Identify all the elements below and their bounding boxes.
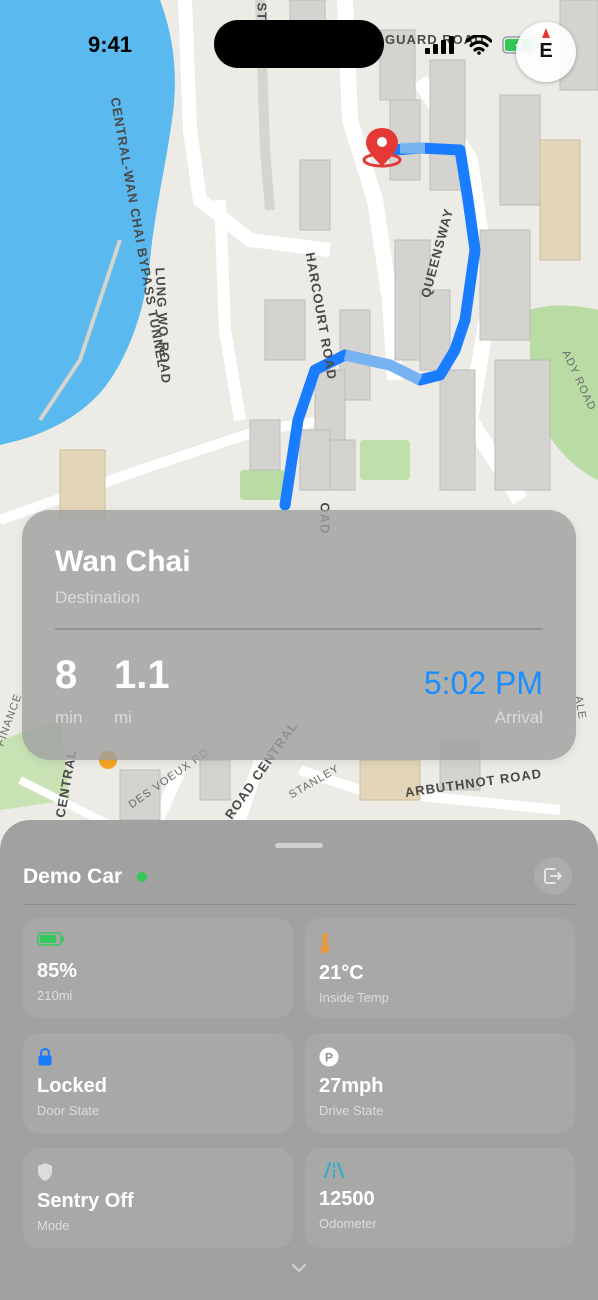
door-state-label: Door State	[37, 1103, 100, 1118]
divider	[55, 628, 543, 630]
road-icon	[323, 1162, 345, 1178]
arrival-label: Arrival	[494, 708, 543, 727]
compass-heading: E	[539, 40, 553, 62]
duration-unit: min	[55, 708, 83, 727]
battery-tile[interactable]: 85% 210mi	[23, 918, 293, 1018]
drive-speed-value: 27mph	[319, 1075, 384, 1097]
building	[494, 359, 551, 491]
inside-temp-value: 21°C	[319, 962, 364, 984]
compass-button[interactable]: E	[516, 22, 576, 82]
sentry-mode-label: Mode	[37, 1218, 70, 1233]
compass-needle-icon	[542, 28, 550, 38]
park-area	[240, 470, 285, 500]
battery-range: 210mi	[37, 988, 73, 1003]
building	[539, 139, 581, 261]
duration-value: 8	[55, 653, 78, 697]
building	[299, 159, 331, 231]
online-status-dot	[137, 872, 147, 882]
building	[264, 299, 306, 361]
park-icon: P	[319, 1047, 339, 1067]
building	[249, 419, 281, 471]
inside-temp-label: Inside Temp	[319, 990, 389, 1005]
building	[299, 429, 331, 491]
sentry-mode-value: Sentry Off	[37, 1190, 134, 1212]
vehicle-sheet[interactable]: Demo Car 85% 210mi 21°C Inside Temp Lock…	[0, 820, 598, 1300]
building	[199, 759, 231, 801]
battery-icon	[37, 932, 64, 946]
building	[439, 369, 476, 491]
odometer-value: 12500	[319, 1188, 375, 1210]
exit-icon	[544, 868, 562, 884]
destination-name: Wan Chai	[55, 545, 191, 578]
chevron-down-icon[interactable]	[289, 1262, 309, 1274]
shield-icon	[38, 1163, 52, 1181]
distance-value: 1.1	[114, 653, 170, 697]
dynamic-island	[214, 20, 384, 68]
battery-percent: 85%	[37, 960, 78, 982]
trip-card[interactable]: Wan Chai Destination 8 min 1.1 mi 5:02 P…	[22, 510, 576, 760]
status-bar: 9:41 E	[0, 0, 598, 90]
park-area	[360, 440, 410, 480]
sheet-grabber[interactable]	[275, 843, 323, 848]
building	[499, 94, 541, 206]
sentry-mode-tile[interactable]: Sentry Off Mode	[23, 1148, 293, 1248]
temperature-tile[interactable]: 21°C Inside Temp	[305, 918, 575, 1018]
lock-icon	[38, 1047, 52, 1066]
vehicle-name: Demo Car	[23, 865, 123, 888]
odometer-tile[interactable]: 12500 Odometer	[305, 1148, 575, 1248]
arrival-time: 5:02 PM	[423, 665, 543, 701]
door-state-value: Locked	[37, 1075, 108, 1097]
distance-unit: mi	[114, 708, 132, 727]
cellular-signal-icon	[425, 36, 454, 54]
destination-label: Destination	[55, 588, 141, 607]
building	[329, 439, 356, 491]
odometer-label: Odometer	[319, 1216, 377, 1231]
drive-state-tile[interactable]: P 27mph Drive State	[305, 1033, 575, 1133]
drive-state-label: Drive State	[319, 1103, 384, 1118]
status-time: 9:41	[88, 32, 133, 57]
thermometer-icon	[320, 933, 330, 954]
wifi-icon	[466, 35, 492, 55]
door-lock-tile[interactable]: Locked Door State	[23, 1033, 293, 1133]
building	[479, 229, 531, 341]
svg-text:P: P	[325, 1051, 333, 1065]
exit-button[interactable]	[534, 857, 572, 895]
divider	[23, 904, 575, 905]
